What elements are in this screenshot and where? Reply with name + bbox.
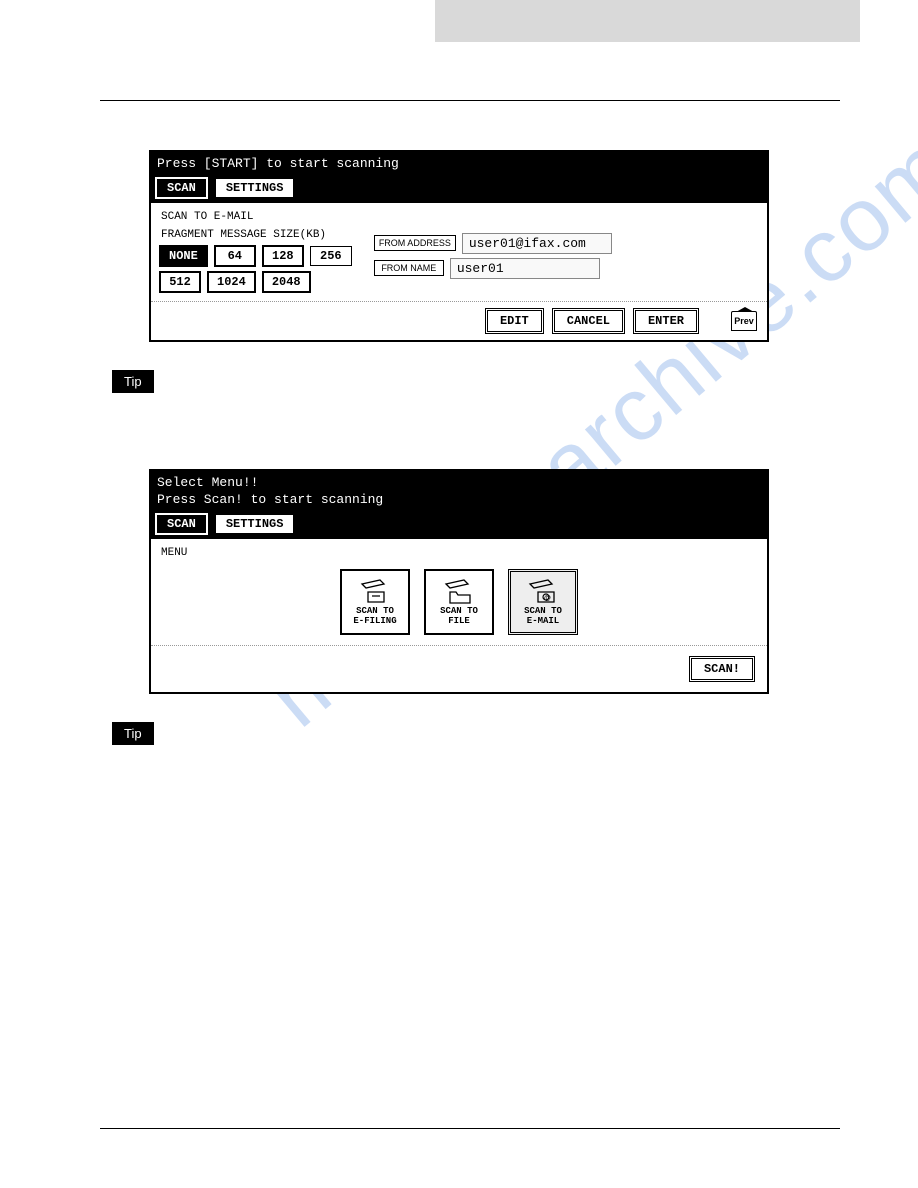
edit-button[interactable]: EDIT xyxy=(485,308,544,334)
scanner-at-icon: @ xyxy=(526,578,560,604)
scan-to-email-label: SCAN TO E-MAIL xyxy=(161,211,759,223)
file-l2: FILE xyxy=(448,616,470,626)
scan-to-efiling-button[interactable]: SCAN TO E-FILING xyxy=(340,569,410,635)
email-l1: SCAN TO xyxy=(524,606,562,616)
cancel-button[interactable]: CANCEL xyxy=(552,308,625,334)
tab-scan[interactable]: SCAN xyxy=(155,177,208,199)
svg-text:@: @ xyxy=(544,595,551,602)
size-none-button[interactable]: NONE xyxy=(159,245,208,267)
size-512-button[interactable]: 512 xyxy=(159,271,201,293)
email-l2: E-MAIL xyxy=(527,616,559,626)
efiling-l1: SCAN TO xyxy=(356,606,394,616)
size-2048-button[interactable]: 2048 xyxy=(262,271,311,293)
tip-badge-2: Tip xyxy=(112,722,154,745)
efiling-l2: E-FILING xyxy=(353,616,396,626)
scan-to-email-button[interactable]: @ SCAN TO E-MAIL xyxy=(508,569,578,635)
panel2-footer: SCAN! xyxy=(151,645,767,692)
size-128-button[interactable]: 128 xyxy=(262,245,304,267)
panel2-header-line2: Press Scan! to start scanning xyxy=(157,492,761,509)
panel1-footer: EDIT CANCEL ENTER Prev xyxy=(151,301,767,340)
scanner-folder-icon xyxy=(442,578,476,604)
tab-settings[interactable]: SETTINGS xyxy=(214,177,296,199)
scan-menu-panel: Select Menu!! Press Scan! to start scann… xyxy=(149,469,769,694)
scanner-box-icon xyxy=(358,578,392,604)
from-name-label: FROM NAME xyxy=(374,260,444,276)
panel1-header: Press [START] to start scanning xyxy=(151,152,767,177)
size-256-button[interactable]: 256 xyxy=(310,246,352,266)
panel2-header: Select Menu!! Press Scan! to start scann… xyxy=(151,471,767,513)
footer-rule xyxy=(100,1128,840,1129)
size-1024-button[interactable]: 1024 xyxy=(207,271,256,293)
prev-icon[interactable]: Prev xyxy=(731,311,757,331)
header-gray-block xyxy=(435,0,860,42)
panel1-tabs: SCAN SETTINGS xyxy=(151,177,767,203)
tip-badge-1: Tip xyxy=(112,370,154,393)
tab-settings-2[interactable]: SETTINGS xyxy=(214,513,296,535)
from-address-value: user01@ifax.com xyxy=(462,233,612,254)
size-64-button[interactable]: 64 xyxy=(214,245,256,267)
header-rule xyxy=(100,100,840,101)
scan-to-file-button[interactable]: SCAN TO FILE xyxy=(424,569,494,635)
enter-button[interactable]: ENTER xyxy=(633,308,699,334)
fragment-size-label: FRAGMENT MESSAGE SIZE(KB) xyxy=(161,229,352,241)
tab-scan-2[interactable]: SCAN xyxy=(155,513,208,535)
from-name-value: user01 xyxy=(450,258,600,279)
menu-label: MENU xyxy=(161,547,759,559)
file-l1: SCAN TO xyxy=(440,606,478,616)
from-address-label: FROM ADDRESS xyxy=(374,235,456,251)
panel2-header-line1: Select Menu!! xyxy=(157,475,761,492)
scan-email-panel: Press [START] to start scanning SCAN SET… xyxy=(149,150,769,342)
panel2-tabs: SCAN SETTINGS xyxy=(151,513,767,539)
scan-button[interactable]: SCAN! xyxy=(689,656,755,682)
